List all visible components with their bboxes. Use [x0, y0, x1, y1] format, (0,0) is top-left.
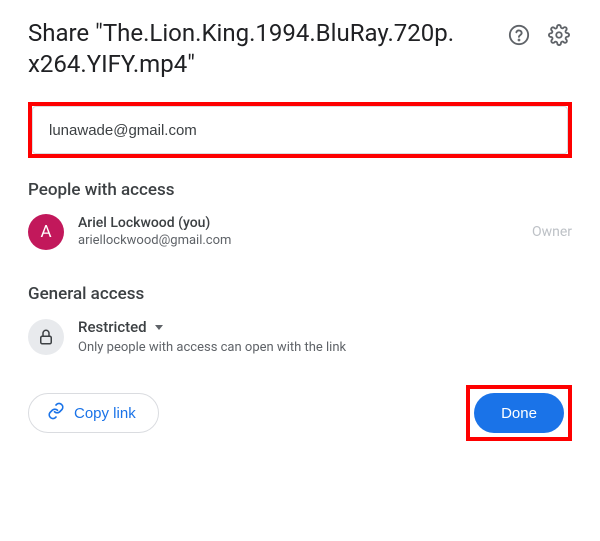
person-email: ariellockwood@gmail.com: [78, 233, 518, 249]
general-access-info: Restricted Only people with access can o…: [78, 318, 572, 355]
add-people-input[interactable]: [32, 106, 568, 154]
input-highlight-box: [28, 102, 572, 158]
help-icon[interactable]: [506, 22, 532, 48]
done-button[interactable]: Done: [474, 393, 564, 433]
title-filename: "The.Lion.King.1994.BluRay.720p.x264.YIF…: [28, 19, 454, 78]
copy-link-button[interactable]: Copy link: [28, 393, 159, 433]
general-access-row: Restricted Only people with access can o…: [28, 318, 572, 355]
avatar-initial: A: [40, 222, 51, 242]
link-icon: [47, 402, 65, 424]
access-mode-dropdown[interactable]: Restricted: [78, 318, 572, 336]
done-highlight-box: Done: [466, 385, 572, 441]
title-prefix: Share: [28, 19, 89, 47]
avatar: A: [28, 214, 64, 250]
dialog-title: Share "The.Lion.King.1994.BluRay.720p.x2…: [28, 18, 458, 80]
access-mode-description: Only people with access can open with th…: [78, 340, 572, 355]
dialog-header: Share "The.Lion.King.1994.BluRay.720p.x2…: [28, 18, 572, 80]
gear-icon[interactable]: [546, 22, 572, 48]
copy-link-label: Copy link: [74, 405, 136, 422]
person-row[interactable]: A Ariel Lockwood (you) ariellockwood@gma…: [28, 214, 572, 250]
person-role: Owner: [532, 224, 572, 240]
share-dialog: Share "The.Lion.King.1994.BluRay.720p.x2…: [0, 0, 600, 461]
done-label: Done: [501, 405, 537, 422]
general-section-title: General access: [28, 284, 572, 304]
person-info: Ariel Lockwood (you) ariellockwood@gmail…: [78, 215, 518, 249]
access-mode-label: Restricted: [78, 318, 147, 336]
person-name: Ariel Lockwood (you): [78, 215, 518, 233]
header-actions: [506, 18, 572, 48]
chevron-down-icon: [155, 325, 163, 330]
people-section-title: People with access: [28, 180, 572, 200]
lock-icon: [28, 319, 64, 355]
dialog-footer: Copy link Done: [28, 385, 572, 441]
